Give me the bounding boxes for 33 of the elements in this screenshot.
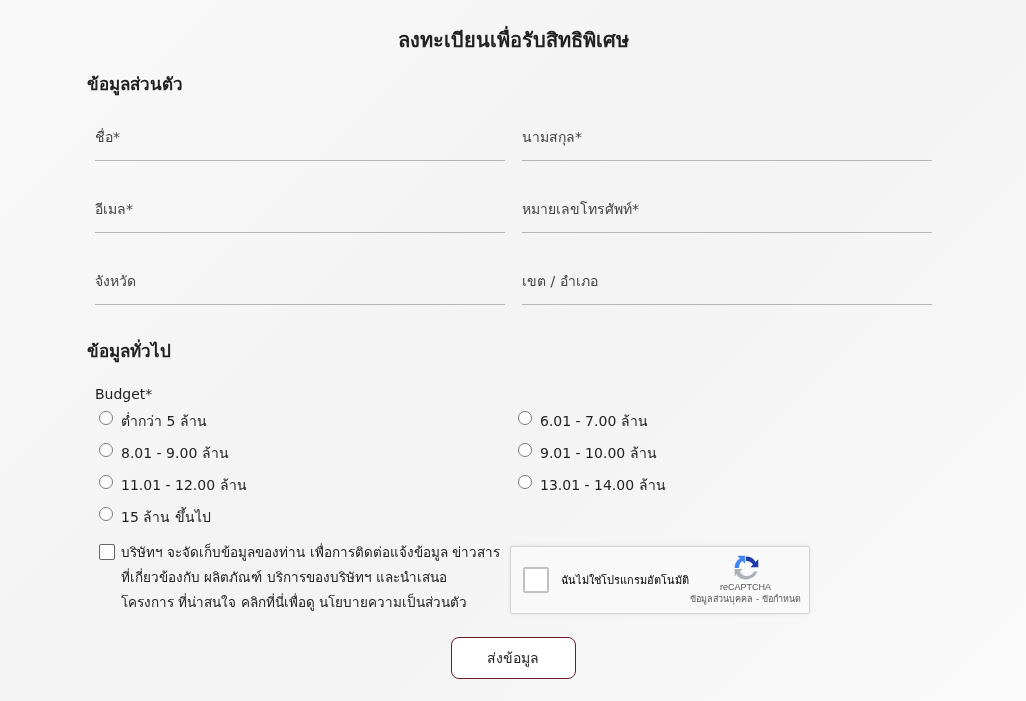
form-title: ลงทะเบียนเพื่อรับสิทธิพิเศษ [396, 25, 630, 54]
section-heading: ข้อมูลทั่วไป [87, 338, 172, 364]
radio-button[interactable] [99, 411, 113, 425]
terms-link[interactable]: ข้อกำหนด [762, 594, 801, 604]
submit-button[interactable]: ส่งข้อมูล [450, 637, 576, 679]
radio-button[interactable] [518, 443, 532, 457]
radio-button[interactable] [518, 475, 532, 489]
section-heading: ข้อมูลส่วนตัว [87, 73, 184, 97]
option-label[interactable]: 6.01 - 7.00 ล้าน [540, 410, 648, 432]
separator: - [755, 594, 760, 604]
checkbox[interactable] [99, 544, 115, 560]
input-field[interactable]: นามสกุล* [522, 115, 932, 161]
radio-button[interactable] [99, 507, 113, 521]
input-field[interactable]: อีเมล* [95, 187, 505, 233]
captcha-label: ฉันไม่ใช่โปรแกรมอัตโนมัติ [561, 573, 689, 588]
input-field[interactable]: จังหวัด [95, 259, 505, 305]
option-label[interactable]: 8.01 - 9.00 ล้าน [121, 442, 229, 464]
option-label[interactable]: ต่ำกว่า 5 ล้าน [121, 410, 207, 432]
privacy-link[interactable]: ข้อมูลส่วนบุคคล [690, 594, 753, 604]
input-field[interactable]: หมายเลขโทรศัพท์* [522, 187, 932, 233]
radio-button[interactable] [99, 475, 113, 489]
captcha-checkbox[interactable] [523, 567, 549, 593]
recaptcha-brand: reCAPTCHA [720, 582, 771, 592]
radio-button[interactable] [518, 411, 532, 425]
option-label[interactable]: 11.01 - 12.00 ล้าน [121, 474, 247, 496]
consent-text: บริษัทฯ จะจัดเก็บข้อมูลของท่าน เพื่อการติดต่อแจ้งข้อมูล ข่าวสาร ที่เกี่ยวข้องกับ ผลิตภัณฑ์ บริการของบริษัทฯ และนำเสนอ โครงการ ที่น่าสนใจ คลิกที่นี่เพื่อดู นโยบายความเป็นส่วนตัว [121, 542, 501, 613]
option-label[interactable]: 15 ล้าน ขึ้นไป [121, 506, 211, 528]
option-label[interactable]: 13.01 - 14.00 ล้าน [540, 474, 666, 496]
budget-label: Budget* [95, 386, 154, 402]
input-field[interactable]: ชื่อ* [95, 115, 505, 161]
option-label[interactable]: 9.01 - 10.00 ล้าน [540, 442, 657, 464]
radio-button[interactable] [99, 443, 113, 457]
input-field[interactable]: เขต / อำเภอ [522, 259, 932, 305]
